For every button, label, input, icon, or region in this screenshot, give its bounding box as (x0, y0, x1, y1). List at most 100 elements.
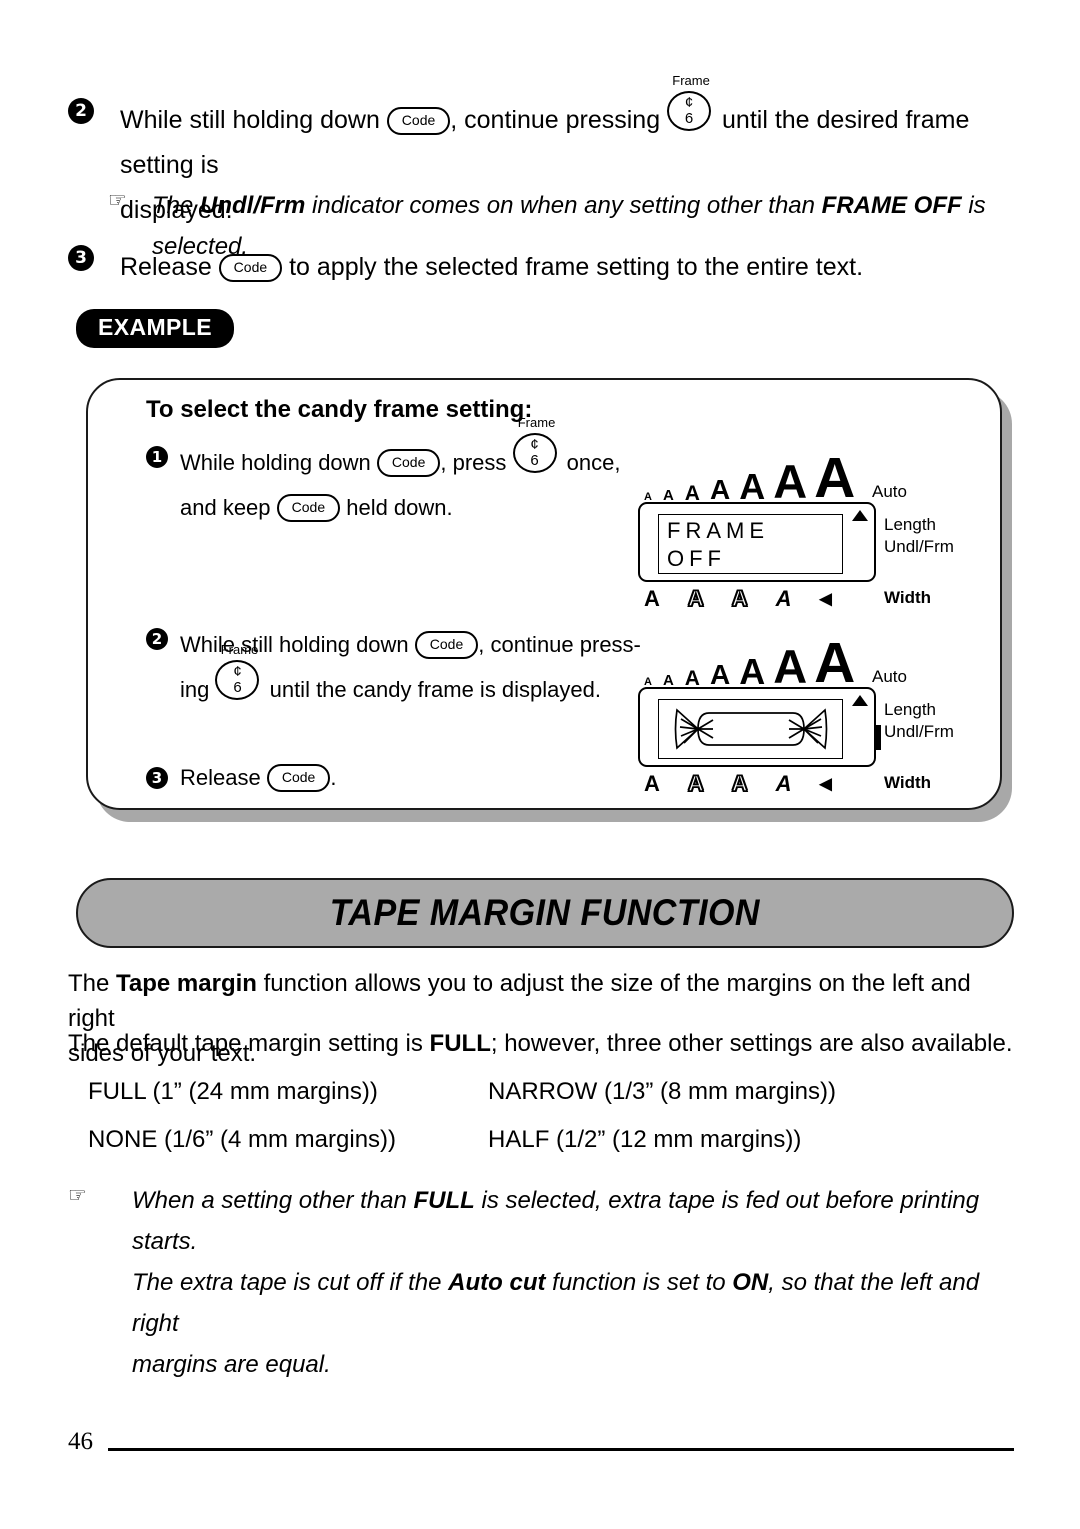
example-step-1: 1 While holding down Code, press Frame ¢… (146, 416, 666, 530)
step-text: While still holding down Code, continue … (180, 622, 641, 712)
lcd-size-indicator-row: A A A A A A A (644, 444, 856, 511)
size-glyph-7: A (814, 446, 856, 511)
lcd-size-indicator-row: A A A A A A A (644, 629, 856, 696)
para1-bold-tape-margin: Tape margin (116, 970, 257, 997)
lcd-undl-frm-active-marker (874, 725, 881, 750)
paragraph-default-setting: The default tape margin setting is FULL;… (68, 1026, 1018, 1061)
size-glyph-3: A (684, 666, 700, 690)
margin-option-half: HALF (1/2” (12 mm margins)) (488, 1126, 802, 1153)
note-seg-2: indicator comes on when any setting othe… (305, 192, 822, 219)
margin-option-none: NONE (1/6” (4 mm margins)) (88, 1126, 397, 1153)
frame-key-chars: ¢ 6 (667, 92, 711, 130)
note-auto-cut: ☞ When a setting other than FULL is sele… (68, 1180, 1028, 1385)
size-glyph-5: A (739, 651, 766, 693)
step-text-a: While still holding down (120, 106, 387, 134)
size-glyph-6: A (773, 455, 808, 509)
frame-key-top-char: ¢ (233, 663, 242, 680)
step-number: 3 (146, 767, 168, 789)
lcd-style-indicator-row: A A A A ◂ (644, 769, 832, 798)
section-banner: TAPE MARGIN FUNCTION (76, 878, 1014, 948)
code-key-glyph: Code (218, 254, 283, 282)
step-text-b: , press (440, 450, 513, 475)
step-line-2: and keep Code held down. (180, 485, 620, 530)
step-line2-a: and keep (180, 495, 277, 520)
size-glyph-3: A (684, 481, 700, 505)
style-glyph-italic: A (775, 771, 792, 796)
size-glyph-6: A (773, 640, 808, 694)
frame-key-glyph: Frame ¢ 6 (215, 643, 263, 700)
step-text: While holding down Code, press Frame ¢ 6… (180, 416, 620, 530)
style-glyph-italic: A (775, 586, 792, 611)
frame-key-bottom-char: 6 (530, 452, 539, 469)
note2-seg-4: function is set to (545, 1269, 733, 1296)
frame-key-bottom-char: 6 (233, 679, 242, 696)
code-key-glyph: Code (414, 631, 479, 659)
step-text: Release Code. (180, 762, 336, 794)
note2-line-3: margins are equal. (132, 1351, 331, 1378)
section-banner-wrap: TAPE MARGIN FUNCTION (76, 878, 1014, 948)
code-key-glyph: Code (376, 449, 441, 477)
step-text-a: Release (180, 765, 267, 790)
frame-key-label: Frame (220, 642, 259, 657)
step-line2-a: ing (180, 677, 216, 702)
style-glyph-shadow: A (731, 585, 748, 612)
note-bold-frame-off: FRAME OFF (821, 192, 962, 219)
para1-seg-1: The (68, 970, 117, 997)
style-glyph-vertical: ◂ (819, 770, 832, 797)
lcd-screen (658, 699, 843, 759)
frame-key-chars: ¢ 6 (215, 661, 259, 699)
step-3-top: 3 Release Code to apply the selected fra… (68, 245, 1028, 290)
candy-frame-graphic (659, 700, 842, 758)
note-bold-undl-frm: Undl/Frm (200, 192, 306, 219)
frame-key-label: Frame (672, 73, 710, 88)
style-glyph-outline: A (687, 770, 704, 797)
note2-seg-1: When a setting other than (132, 1187, 414, 1214)
step-number: 2 (146, 628, 168, 650)
section-title: TAPE MARGIN FUNCTION (329, 892, 761, 933)
step-text-b: , continue pressing (450, 106, 668, 134)
manual-page: 2 While still holding down Code, continu… (0, 0, 1080, 1529)
style-glyph-outline: A (687, 585, 704, 612)
lcd-width-label: Width (884, 773, 932, 792)
frame-key-glyph: Frame ¢ 6 (667, 74, 715, 131)
note2-bold-on: ON (732, 1269, 769, 1296)
para2-seg-2: ; however, three other settings are also… (490, 1030, 1013, 1057)
note2-seg-3: The extra tape is cut off if the (132, 1269, 449, 1296)
step-number: 1 (146, 446, 168, 468)
step-text-a: While holding down (180, 450, 377, 475)
lcd-display-candy-frame: A A A A A A A Auto Length Undl/Frm A A A… (634, 629, 954, 797)
footer-rule (108, 1448, 1014, 1451)
lcd-length-indicator-arrow (852, 510, 868, 521)
size-glyph-2: A (662, 486, 674, 504)
step-number: 2 (68, 98, 94, 124)
frame-key-chars: ¢ 6 (513, 434, 557, 472)
style-glyph-vertical: ◂ (819, 585, 832, 612)
frame-key-top-char: ¢ (684, 94, 694, 111)
step-text-b: , continue press- (478, 632, 641, 657)
example-step-2: 2 While still holding down Code, continu… (146, 622, 666, 712)
style-glyph-shadow: A (731, 770, 748, 797)
example-title: To select the candy frame setting: (146, 396, 533, 423)
lcd-width-label: Width (884, 588, 932, 607)
lcd-shell (638, 687, 876, 767)
code-key-glyph: Code (386, 107, 451, 135)
page-number: 46 (68, 1428, 93, 1455)
frame-key-glyph: Frame ¢ 6 (512, 416, 561, 473)
size-glyph-4: A (709, 474, 731, 506)
lcd-line-1: FRAME (667, 518, 769, 543)
code-key-glyph: Code (276, 494, 341, 522)
size-glyph-5: A (739, 466, 766, 508)
lcd-auto-label: Auto (872, 482, 907, 501)
pointing-hand-icon: ☞ (68, 1183, 87, 1207)
size-glyph-2: A (662, 671, 674, 689)
step-text-a: While still holding down (180, 632, 415, 657)
size-glyph-7: A (814, 631, 856, 696)
step-line2-b: held down. (340, 495, 453, 520)
margin-option-full: FULL (1” (24 mm margins)) (88, 1078, 378, 1105)
para2-bold-full: FULL (429, 1030, 491, 1057)
frame-key-bottom-char: 6 (684, 110, 694, 127)
size-glyph-1: A (644, 490, 652, 503)
note2-bold-auto-cut: Auto cut (448, 1269, 546, 1296)
note-text: When a setting other than FULL is select… (132, 1180, 1028, 1385)
note2-bold-full: FULL (413, 1187, 475, 1214)
